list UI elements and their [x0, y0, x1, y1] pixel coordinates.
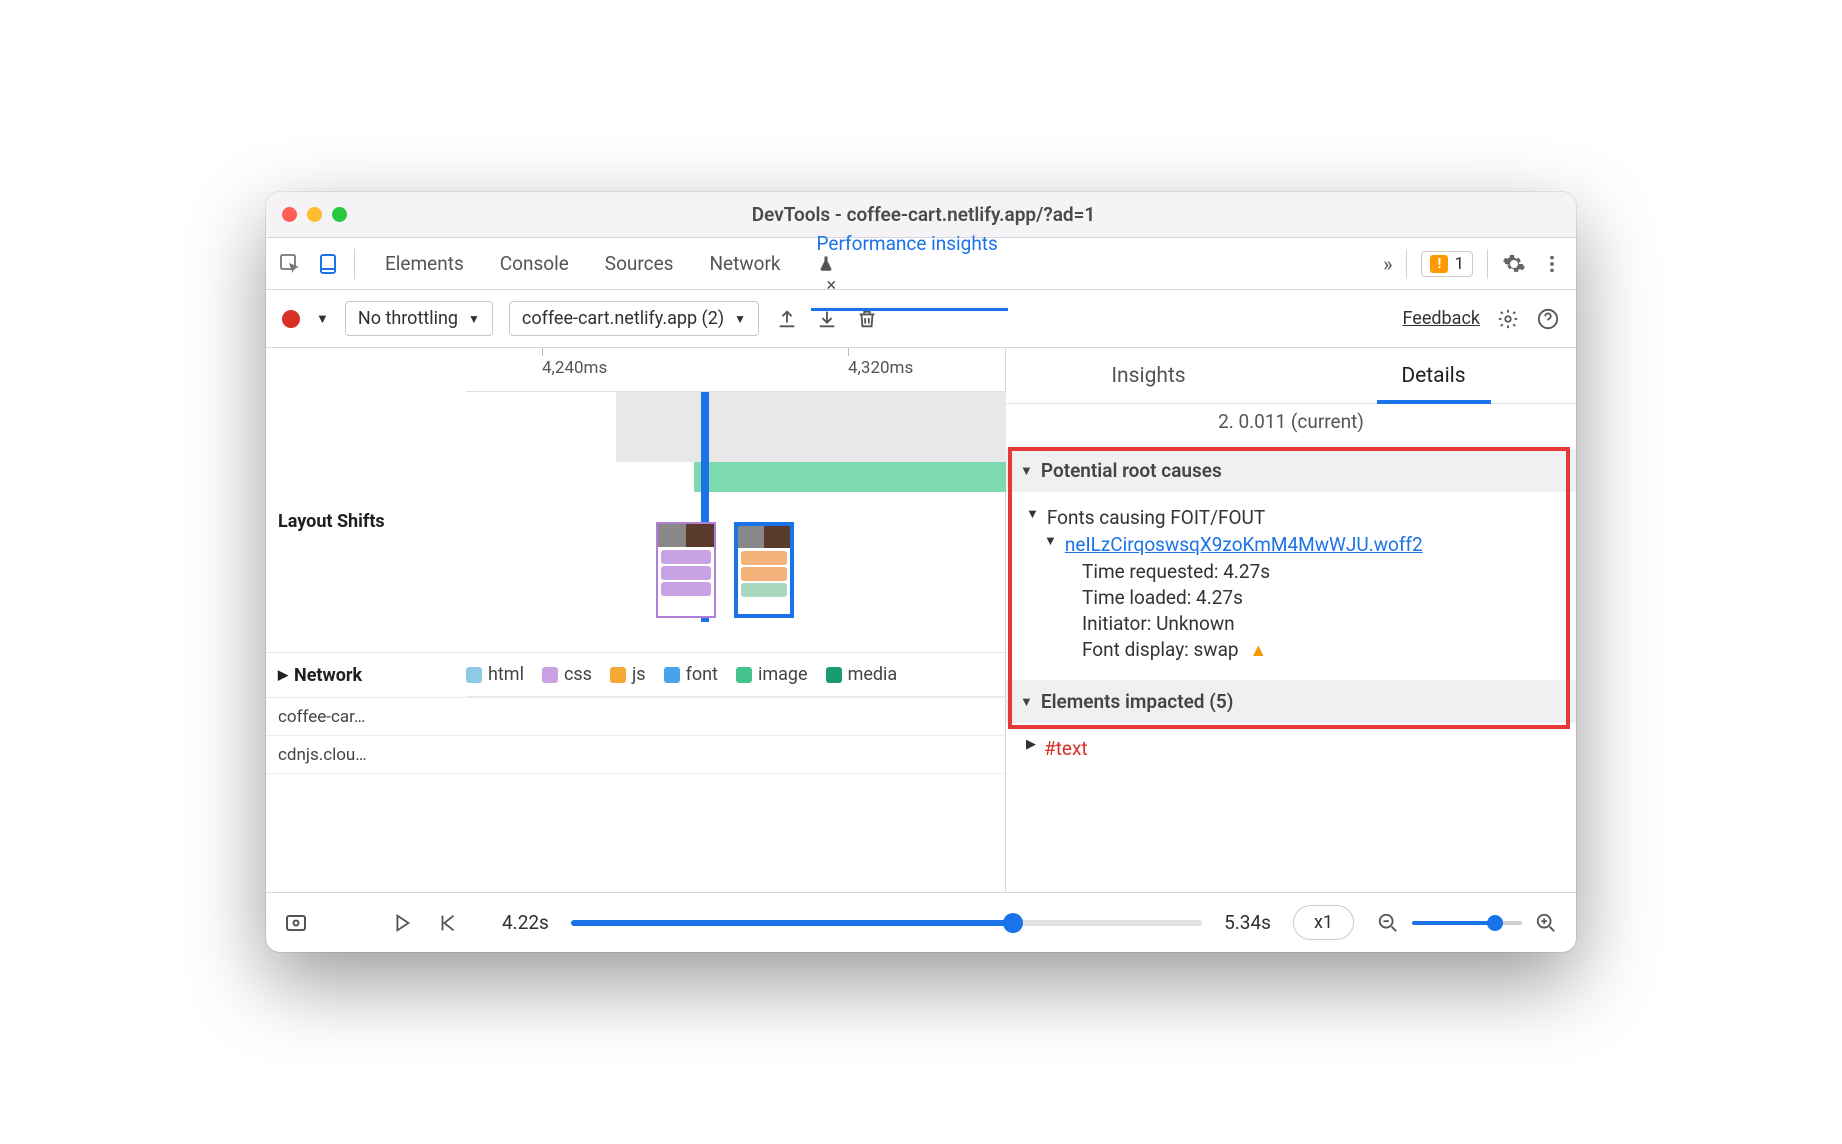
warning-icon: !: [1430, 255, 1448, 273]
window-title: DevTools - coffee-cart.netlify.app/?ad=1: [347, 203, 1500, 226]
close-icon[interactable]: ×: [827, 275, 837, 296]
traffic-lights: [282, 207, 347, 222]
chevron-right-icon: ▶: [1026, 737, 1036, 752]
tab-insights[interactable]: Insights: [1006, 348, 1291, 403]
legend-js: js: [610, 664, 646, 685]
divider: [354, 249, 355, 279]
kv-initiator: Initiator: Unknown: [1026, 612, 1556, 635]
zoom-in-icon[interactable]: [1534, 911, 1558, 935]
warning-icon: ▲: [1249, 640, 1267, 661]
insights-toolbar: ▼ No throttling ▼ coffee-cart.netlify.ap…: [266, 290, 1576, 348]
legend-image: image: [736, 664, 808, 685]
network-legend: html css js font image media: [466, 653, 1005, 697]
time-tick: 4,320ms: [848, 358, 913, 378]
toggle-view-icon[interactable]: [284, 911, 308, 935]
layout-shifts-lane[interactable]: [466, 392, 1005, 652]
time-tick: 4,240ms: [542, 358, 607, 378]
throttling-select[interactable]: No throttling ▼: [345, 301, 493, 336]
chevron-down-icon: ▼: [1026, 506, 1039, 522]
tree-font-file[interactable]: ▼ neILzCirqoswsqX9zoKmM4MwWJU.woff2: [1026, 533, 1556, 556]
chevron-down-icon: ▼: [468, 312, 480, 326]
font-link[interactable]: neILzCirqoswsqX9zoKmM4MwWJU.woff2: [1065, 533, 1423, 556]
zoom-control: [1376, 911, 1558, 935]
kv-time-loaded: Time loaded: 4.27s: [1026, 586, 1556, 609]
rewind-icon[interactable]: [436, 911, 460, 935]
issues-count: 1: [1454, 254, 1464, 274]
legend-font: font: [664, 664, 718, 685]
region-block: [616, 392, 1006, 462]
tab-network[interactable]: Network: [705, 252, 784, 275]
shift-thumbnail[interactable]: [656, 522, 716, 618]
maximize-button[interactable]: [332, 207, 347, 222]
feedback-link[interactable]: Feedback: [1403, 308, 1480, 329]
divider: [1487, 249, 1488, 279]
playback-slider[interactable]: [571, 920, 1202, 926]
time-ruler[interactable]: 4,240ms 4,320ms: [466, 348, 1005, 392]
gear-icon[interactable]: [1496, 307, 1520, 331]
playback-footer: 4.22s 5.34s x1: [266, 892, 1576, 952]
network-label[interactable]: ▶ Network: [266, 653, 466, 697]
time-end: 5.34s: [1224, 911, 1271, 934]
right-tabs: Insights Details: [1006, 348, 1576, 404]
image-block: [694, 462, 1006, 492]
chevron-right-icon: ▶: [278, 668, 288, 683]
issues-badge[interactable]: ! 1: [1421, 251, 1473, 277]
more-tabs[interactable]: »: [1383, 252, 1392, 276]
speed-toggle[interactable]: x1: [1293, 905, 1354, 940]
flask-icon: [817, 255, 1002, 273]
tree-fonts[interactable]: ▼ Fonts causing FOIT/FOUT: [1026, 506, 1556, 529]
timeline-panel: 4,240ms 4,320ms Layout Shifts: [266, 348, 1006, 892]
close-button[interactable]: [282, 207, 297, 222]
timeline-gutter: [266, 348, 466, 392]
chevron-down-icon: ▼: [1020, 463, 1033, 479]
record-dropdown[interactable]: ▼: [316, 311, 329, 327]
legend-media: media: [826, 664, 898, 685]
current-shift-line: 2. 0.011 (current): [1006, 404, 1576, 449]
zoom-out-icon[interactable]: [1376, 911, 1400, 935]
kebab-menu-icon[interactable]: [1540, 252, 1564, 276]
panel-tabs: Elements Console Sources Network Perform…: [381, 232, 1006, 296]
kv-time-requested: Time requested: 4.27s: [1026, 560, 1556, 583]
tab-sources[interactable]: Sources: [601, 252, 678, 275]
zoom-slider[interactable]: [1412, 921, 1522, 925]
tab-console[interactable]: Console: [496, 252, 573, 275]
legend-css: css: [542, 664, 592, 685]
section-root-causes: ▼ Potential root causes ▼ Fonts causing …: [1006, 449, 1576, 680]
inspect-icon[interactable]: [278, 252, 302, 276]
page-select[interactable]: coffee-cart.netlify.app (2) ▼: [509, 301, 759, 336]
section-elements-impacted: ▼ Elements impacted (5) ▶ #text: [1006, 680, 1576, 768]
device-toggle-icon[interactable]: [316, 252, 340, 276]
minimize-button[interactable]: [307, 207, 322, 222]
section-header[interactable]: ▼ Elements impacted (5): [1006, 680, 1576, 723]
tab-elements[interactable]: Elements: [381, 252, 468, 275]
help-icon[interactable]: [1536, 307, 1560, 331]
layout-shifts-label: Layout Shifts: [266, 392, 466, 652]
chevron-down-icon: ▼: [1020, 694, 1033, 710]
play-icon[interactable]: [390, 911, 414, 935]
tab-details[interactable]: Details: [1291, 348, 1576, 403]
tree-element[interactable]: ▶ #text: [1026, 737, 1556, 760]
export-icon[interactable]: [775, 307, 799, 331]
section-header[interactable]: ▼ Potential root causes: [1006, 449, 1576, 492]
shift-thumbnail-selected[interactable]: [734, 522, 794, 618]
legend-html: html: [466, 664, 524, 685]
network-row[interactable]: coffee-car…: [266, 698, 1005, 736]
time-current: 4.22s: [502, 911, 549, 934]
tab-performance-insights[interactable]: Performance insights ×: [813, 232, 1006, 296]
record-button[interactable]: [282, 310, 300, 328]
chevron-down-icon: ▼: [734, 312, 746, 326]
details-panel: Insights Details 2. 0.011 (current) ▼ Po…: [1006, 348, 1576, 892]
devtools-tabbar: Elements Console Sources Network Perform…: [266, 238, 1576, 290]
main-area: 4,240ms 4,320ms Layout Shifts: [266, 348, 1576, 892]
kv-font-display: Font display: swap ▲: [1026, 638, 1556, 661]
network-row[interactable]: cdnjs.clou…: [266, 736, 1005, 774]
devtools-window: DevTools - coffee-cart.netlify.app/?ad=1…: [266, 192, 1576, 952]
settings-icon[interactable]: [1502, 252, 1526, 276]
chevron-down-icon: ▼: [1044, 533, 1057, 549]
divider: [1406, 249, 1407, 279]
details-body: 2. 0.011 (current) ▼ Potential root caus…: [1006, 404, 1576, 892]
